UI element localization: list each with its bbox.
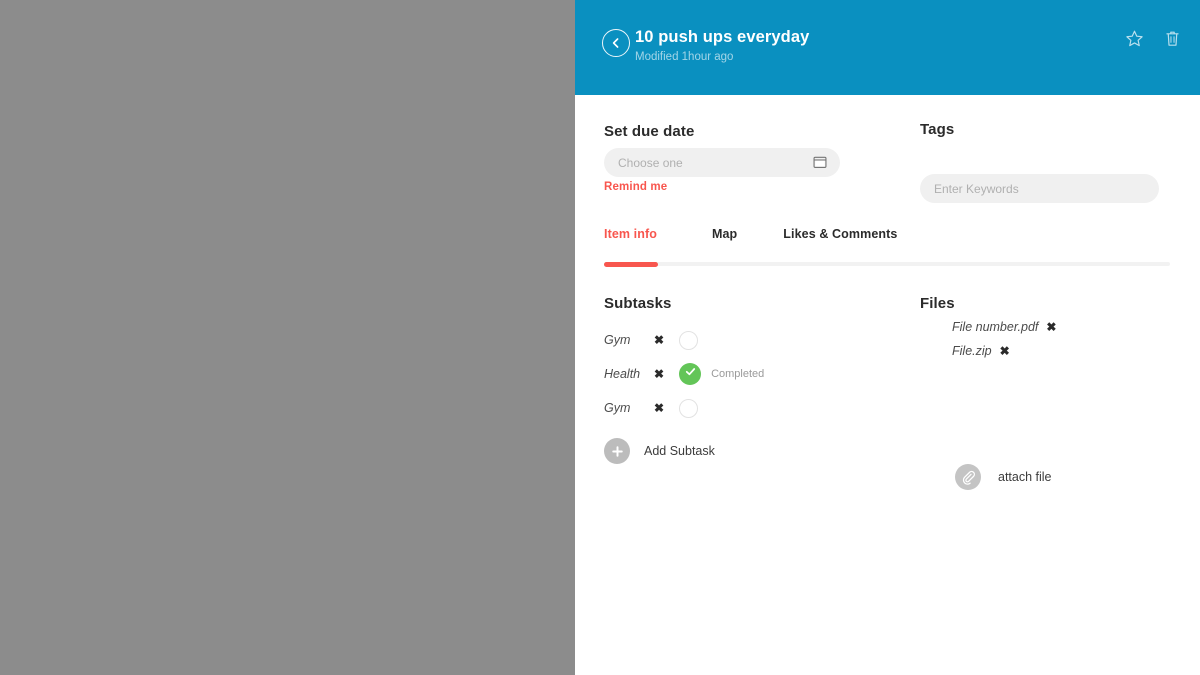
due-date-label: Set due date [604,123,695,140]
subtask-row: Health ✖ Completed [604,357,854,391]
add-subtask-button[interactable]: Add Subtask [604,438,715,464]
subtask-name: Gym [604,401,631,415]
subtask-row: Gym ✖ [604,391,854,425]
delete-button[interactable] [1162,30,1182,52]
due-date-input[interactable]: Choose one [604,148,840,177]
files-title: Files [920,295,955,312]
tab-map[interactable]: Map [712,227,737,241]
tags-input[interactable]: Enter Keywords [920,174,1159,203]
subtask-row: Gym ✖ [604,323,854,357]
tab-bar: Item info Map Likes & Comments [604,221,1170,267]
subtask-name: Gym [604,333,631,347]
paperclip-icon [955,464,981,490]
app-screen: 10 push ups everyday Modified 1hour ago [0,0,1200,675]
file-row: File number.pdf ✖ [952,315,1172,339]
remove-subtask-button[interactable]: ✖ [654,334,664,346]
trash-icon [1164,29,1181,53]
subtask-checkbox-checked[interactable] [679,363,702,385]
file-list: File number.pdf ✖ File.zip ✖ [952,315,1172,363]
modal-backdrop[interactable] [0,0,575,675]
plus-icon [604,438,630,464]
remove-subtask-button[interactable]: ✖ [654,368,664,380]
panel-header: 10 push ups everyday Modified 1hour ago [575,0,1200,95]
header-actions [1124,30,1182,52]
remind-me-link[interactable]: Remind me [604,181,667,193]
subtask-checkbox[interactable] [679,330,699,350]
tags-label: Tags [920,121,955,138]
subtasks-title: Subtasks [604,295,672,312]
subtask-checkbox[interactable] [679,398,699,418]
file-name: File number.pdf [952,320,1039,334]
calendar-icon[interactable] [813,155,827,169]
file-row: File.zip ✖ [952,339,1172,363]
favorite-button[interactable] [1124,30,1144,52]
attach-file-label: attach file [998,470,1052,484]
tab-underline-track [604,261,1170,267]
task-detail-panel: 10 push ups everyday Modified 1hour ago [575,0,1200,675]
subtask-name: Health [604,367,641,381]
back-button[interactable] [602,29,630,57]
check-icon [684,365,697,383]
tags-placeholder: Enter Keywords [934,181,1019,196]
remove-file-button[interactable]: ✖ [1046,321,1056,333]
star-icon [1125,29,1144,53]
add-subtask-label: Add Subtask [644,444,715,458]
panel-body: Set due date Choose one Remind me Tags E… [575,95,1200,490]
subtask-list: Gym ✖ Health ✖ Completed Gym ✖ [604,323,854,425]
tab-active-indicator [604,261,658,267]
remove-file-button[interactable]: ✖ [1000,345,1010,357]
due-date-placeholder: Choose one [618,155,683,170]
file-name: File.zip [952,344,992,358]
header-text-group: 10 push ups everyday Modified 1hour ago [635,27,809,65]
tab-likes-comments[interactable]: Likes & Comments [783,227,897,241]
attach-file-button[interactable]: attach file [955,464,1052,490]
tab-item-info[interactable]: Item info [604,227,657,241]
page-title: 10 push ups everyday [635,28,810,46]
subtask-status: Completed [711,368,765,380]
chevron-left-icon [611,37,621,49]
modified-timestamp: Modified 1hour ago [635,51,734,63]
remove-subtask-button[interactable]: ✖ [654,402,664,414]
